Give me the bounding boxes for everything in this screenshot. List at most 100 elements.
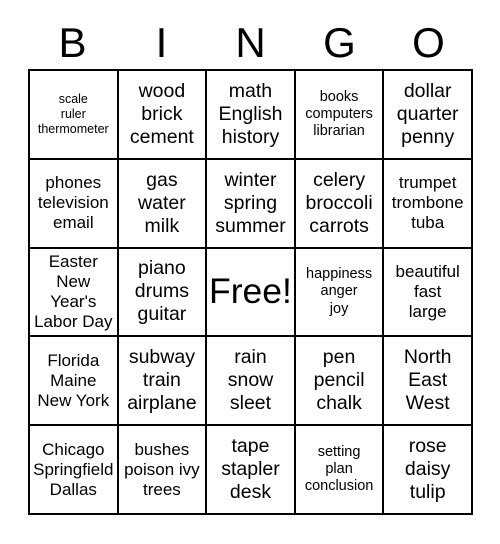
bingo-cell-line: Labor Day	[34, 312, 113, 332]
bingo-cell-line: conclusion	[304, 478, 374, 495]
bingo-cell-line: rose	[408, 435, 447, 458]
bingo-cell-line: beautiful	[395, 261, 460, 281]
bingo-row: Florida Maine New York subway train airplane r…	[30, 337, 473, 427]
bingo-cell-line: rain	[234, 346, 267, 369]
bingo-cell[interactable]: winter spring summer	[207, 159, 296, 249]
bingo-card: BINGO scale ruler thermometer wood brick ceme…	[0, 0, 500, 544]
bingo-cell-line: Florida	[47, 350, 100, 370]
bingo-cell-line: bushes	[134, 439, 190, 459]
bingo-row: Chicago Springfield Dallas bushes poison ivy…	[30, 426, 473, 515]
bingo-cell[interactable]: bushes poison ivy trees	[118, 426, 208, 515]
bingo-cell[interactable]: Chicago Springfield Dallas	[30, 426, 119, 515]
bingo-cell-line: Maine	[50, 370, 97, 390]
bingo-cell[interactable]: pen pencil chalk	[295, 337, 385, 427]
bingo-cell-line: Dallas	[49, 479, 97, 499]
bingo-row: Easter New Year's Labor Day piano drums guitar…	[30, 248, 473, 338]
bingo-cell-line: scale	[58, 92, 88, 107]
bingo-header-letter-o: O	[412, 19, 445, 66]
bingo-cell-line: Chicago	[42, 439, 105, 459]
bingo-cell[interactable]: rose daisy tulip	[384, 426, 473, 515]
bingo-cell[interactable]: tape stapler desk	[207, 426, 296, 515]
bingo-cell[interactable]: wood brick cement	[118, 71, 208, 160]
bingo-cell[interactable]: dollar quarter penny	[384, 71, 473, 160]
bingo-header-letter-i: I	[155, 19, 168, 66]
bingo-cell[interactable]: phones television email	[30, 159, 119, 249]
bingo-cell[interactable]: happiness anger joy	[295, 248, 385, 338]
bingo-cell-line: celery	[313, 168, 366, 191]
bingo-cell-line: chalk	[316, 392, 362, 415]
bingo-cell[interactable]: Easter New Year's Labor Day	[30, 248, 119, 338]
bingo-cell-line: Free!	[209, 271, 292, 312]
bingo-cell-line: New	[56, 271, 91, 291]
bingo-cell[interactable]: gas water milk	[118, 159, 208, 249]
bingo-cell[interactable]: beautiful fast large	[384, 248, 473, 338]
bingo-cell-line: Year's	[50, 291, 97, 311]
bingo-cell[interactable]: piano drums guitar	[118, 248, 208, 338]
bingo-cell-line: joy	[329, 300, 349, 317]
bingo-cell-line: dollar	[403, 79, 452, 102]
bingo-header-letter-g: G	[323, 19, 356, 66]
bingo-cell[interactable]: setting plan conclusion	[295, 426, 385, 515]
bingo-cell-line: North	[403, 346, 452, 369]
bingo-cell[interactable]: books computers librarian	[295, 71, 385, 160]
bingo-cell-line: large	[408, 302, 447, 322]
bingo-row: phones television email gas water milk winter s…	[30, 159, 473, 249]
bingo-cell-line: New York	[37, 390, 110, 410]
bingo-cell-line: milk	[144, 214, 180, 237]
bingo-grid: scale ruler thermometer wood brick cement math…	[28, 69, 473, 515]
bingo-cell-line: trumpet	[398, 173, 457, 193]
bingo-cell-line: subway	[128, 346, 195, 369]
bingo-cell-line: email	[52, 213, 94, 233]
bingo-cell-line: sleet	[229, 392, 272, 415]
bingo-cell-line: water	[138, 191, 186, 214]
bingo-cell-line: airplane	[127, 392, 197, 415]
bingo-cell[interactable]: Florida Maine New York	[30, 337, 119, 427]
bingo-cell-line: fast	[413, 281, 442, 301]
bingo-row: scale ruler thermometer wood brick cement math…	[30, 71, 473, 160]
bingo-cell-line: poison ivy	[124, 459, 200, 479]
bingo-cell-line: quarter	[396, 102, 459, 125]
bingo-cell-line: snow	[227, 369, 274, 392]
bingo-cell[interactable]: celery broccoli carrots	[295, 159, 385, 249]
bingo-cell-line: drums	[134, 280, 189, 303]
bingo-cell-line: plan	[325, 461, 353, 478]
bingo-cell-line: phones	[45, 173, 102, 193]
bingo-cell-line: stapler	[221, 458, 280, 481]
bingo-cell[interactable]: scale ruler thermometer	[30, 71, 119, 160]
bingo-cell-line: tape	[231, 435, 270, 458]
bingo-cell-line: daisy	[404, 458, 451, 481]
bingo-cell-line: English	[218, 102, 283, 125]
bingo-cell-line: tulip	[409, 481, 446, 504]
bingo-cell-line: guitar	[137, 303, 187, 326]
bingo-cell-line: train	[142, 369, 181, 392]
bingo-header-row: BINGO	[28, 18, 473, 68]
bingo-cell[interactable]: rain snow sleet	[207, 337, 296, 427]
bingo-cell-line: Springfield	[33, 459, 114, 479]
bingo-cell-line: math	[228, 79, 273, 102]
bingo-cell-line: broccoli	[305, 191, 373, 214]
bingo-cell[interactable]: trumpet trombone tuba	[384, 159, 473, 249]
bingo-cell-line: wood	[138, 79, 186, 102]
bingo-cell-line: librarian	[313, 122, 365, 139]
bingo-cell-line: pencil	[313, 369, 365, 392]
bingo-cell-line: desk	[229, 481, 272, 504]
bingo-cell-line: West	[405, 392, 450, 415]
bingo-cell-line: anger	[320, 283, 358, 300]
bingo-cell-line: setting	[317, 443, 361, 460]
bingo-cell[interactable]: North East West	[384, 337, 473, 427]
bingo-cell-line: trees	[142, 479, 181, 499]
bingo-cell-line: books	[319, 88, 359, 105]
bingo-free-space[interactable]: Free!	[207, 248, 296, 338]
bingo-cell-line: computers	[305, 105, 373, 122]
bingo-cell-line: cement	[129, 125, 194, 148]
bingo-cell-line: pen	[322, 346, 356, 369]
bingo-cell-line: happiness	[306, 266, 373, 283]
bingo-cell[interactable]: math English history	[207, 71, 296, 160]
bingo-cell-line: television	[37, 193, 109, 213]
bingo-cell-line: East	[408, 369, 448, 392]
bingo-cell[interactable]: subway train airplane	[118, 337, 208, 427]
bingo-cell-line: tuba	[411, 213, 445, 233]
bingo-cell-line: Easter	[48, 251, 98, 271]
bingo-cell-line: brick	[141, 102, 183, 125]
bingo-cell-line: ruler	[60, 107, 86, 122]
